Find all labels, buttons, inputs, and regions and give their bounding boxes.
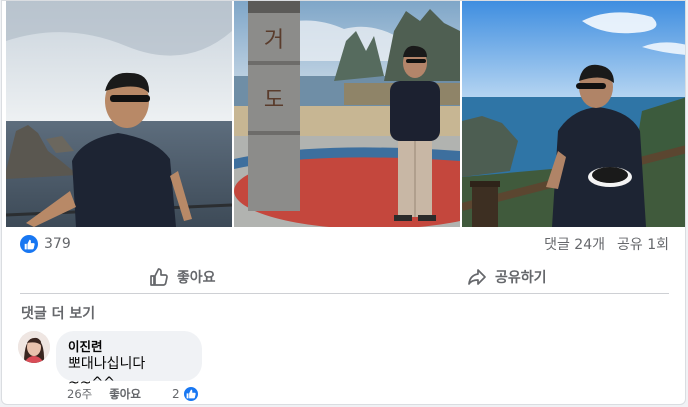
comment-reactions[interactable]: 2 [172,385,200,403]
comment: 이진련 뽀대나십니다~~^^ [18,331,202,391]
photo-grid: 거 도 [6,1,685,227]
divider [20,293,669,294]
like-button[interactable]: 좋아요 [20,258,345,295]
avatar[interactable] [18,331,50,363]
photo-monument-plaza[interactable]: 거 도 [234,1,460,227]
view-more-comments-link[interactable]: 댓글 더 보기 [21,303,95,323]
share-button[interactable]: 공유하기 [345,258,670,295]
like-badge-icon [181,385,200,403]
post-card: 거 도 379 댓글 24개 공유 1회 좋아요 공유하기 댓글 더 보기 이진… [1,0,686,405]
comment-author[interactable]: 이진련 [68,339,190,355]
comment-reaction-count: 2 [172,387,180,401]
comment-count[interactable]: 댓글 24개 [544,234,605,254]
photo-cliff-railing[interactable] [462,1,685,227]
reaction-count[interactable]: 379 [44,236,71,252]
photo-coastal-rocks[interactable] [6,1,232,227]
comment-meta: 26주 좋아요 [67,386,141,402]
comment-bubble: 이진련 뽀대나십니다~~^^ [56,331,202,391]
share-count[interactable]: 공유 1회 [617,234,669,254]
thumbs-up-icon [149,267,169,287]
post-stats: 379 댓글 24개 공유 1회 [20,233,669,255]
post-actions: 좋아요 공유하기 [20,257,669,295]
like-button-label: 좋아요 [176,269,216,286]
share-button-label: 공유하기 [494,269,547,286]
comment-like-button[interactable]: 좋아요 [109,386,141,402]
svg-text:도: 도 [264,88,284,113]
like-badge-icon [20,235,38,253]
svg-text:거: 거 [264,28,284,53]
comment-time[interactable]: 26주 [67,386,92,402]
share-arrow-icon [467,267,487,287]
